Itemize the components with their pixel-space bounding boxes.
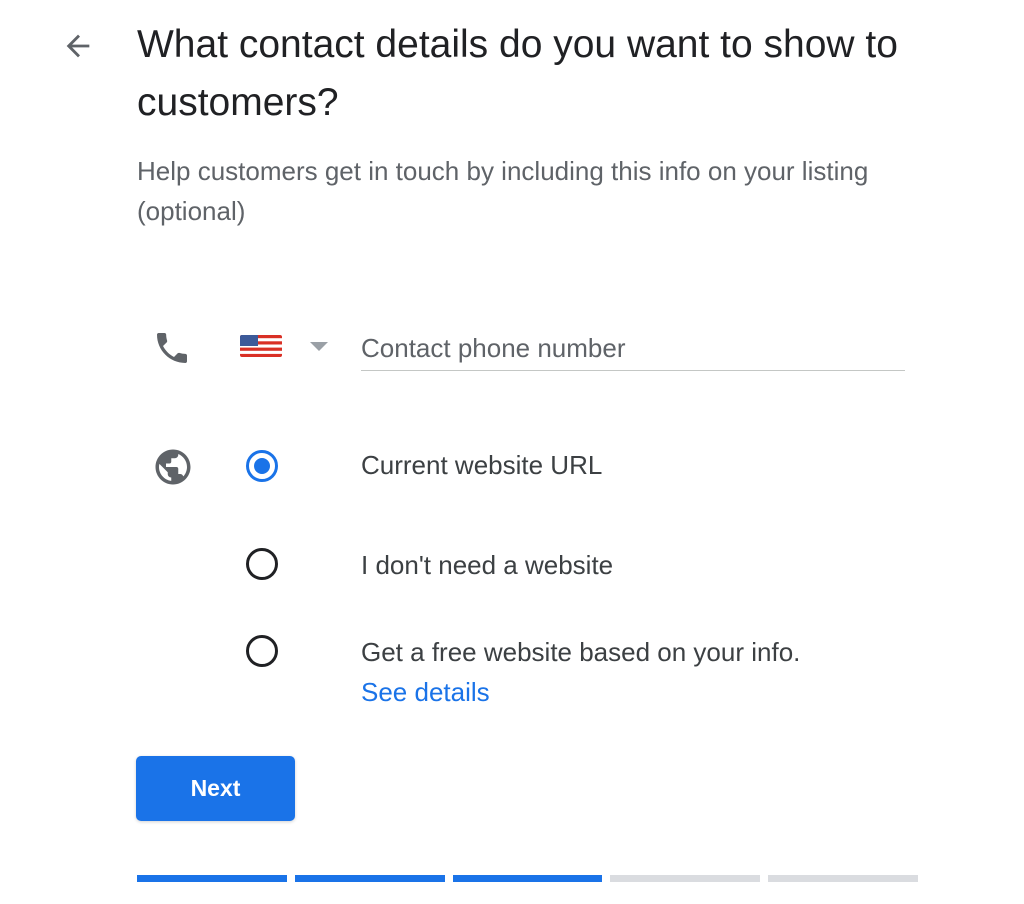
radio-selected-dot <box>254 458 270 474</box>
progress-step-3 <box>452 875 603 882</box>
radio-option-free-website[interactable]: Get a free website based on your info. S… <box>240 635 800 707</box>
radio-label: I don't need a website <box>361 550 614 580</box>
radio-option-current-website[interactable]: Current website URL <box>240 450 602 482</box>
next-button[interactable]: Next <box>136 756 295 821</box>
radio-option-no-website[interactable]: I don't need a website <box>240 548 613 580</box>
see-details-link[interactable]: See details <box>361 672 800 712</box>
phone-number-input[interactable] <box>361 326 905 371</box>
page-subtitle: Help customers get in touch by including… <box>137 156 869 226</box>
radio-button[interactable] <box>246 548 278 580</box>
progress-step-5 <box>768 875 918 882</box>
back-button[interactable] <box>56 26 100 66</box>
progress-step-4 <box>610 875 761 882</box>
country-code-select[interactable] <box>240 328 336 364</box>
radio-label: Current website URL <box>361 450 603 480</box>
us-flag-icon <box>240 335 282 357</box>
arrow-back-icon <box>66 34 90 58</box>
radio-label: Get a free website based on your info. <box>361 637 801 667</box>
page-title: What contact details do you want to show… <box>137 23 898 124</box>
progress-bar <box>137 875 918 882</box>
radio-label-group: Get a free website based on your info. S… <box>361 632 800 712</box>
progress-step-2 <box>294 875 445 882</box>
radio-button[interactable] <box>246 635 278 667</box>
radio-button-checked[interactable] <box>246 450 278 482</box>
chevron-down-icon <box>310 341 328 351</box>
phone-icon <box>157 333 187 363</box>
globe-icon <box>155 449 191 485</box>
progress-step-1 <box>137 875 287 882</box>
